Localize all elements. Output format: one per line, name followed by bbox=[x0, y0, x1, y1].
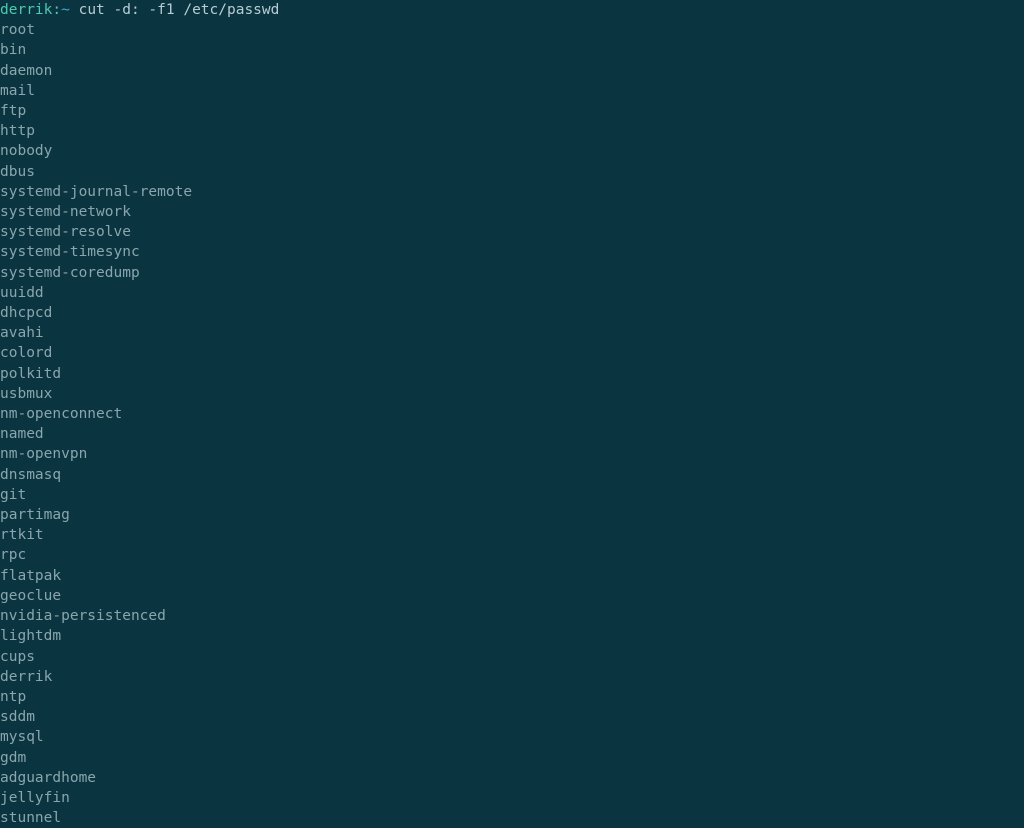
terminal-window[interactable]: derrik:~ cut -d: -f1 /etc/passwd rootbin… bbox=[0, 0, 1024, 828]
output-line: sddm bbox=[0, 707, 1024, 727]
output-line: daemon bbox=[0, 61, 1024, 81]
output-line: colord bbox=[0, 343, 1024, 363]
output-line: systemd-resolve bbox=[0, 222, 1024, 242]
output-line: nobody bbox=[0, 141, 1024, 161]
output-line: systemd-network bbox=[0, 202, 1024, 222]
output-line: systemd-journal-remote bbox=[0, 182, 1024, 202]
output-line: adguardhome bbox=[0, 768, 1024, 788]
output-line: dbus bbox=[0, 162, 1024, 182]
output-line: systemd-timesync bbox=[0, 242, 1024, 262]
output-line: nm-openvpn bbox=[0, 444, 1024, 464]
output-line: lightdm bbox=[0, 626, 1024, 646]
output-line: ftp bbox=[0, 101, 1024, 121]
output-line: ntp bbox=[0, 687, 1024, 707]
command-text: cut -d: -f1 /etc/passwd bbox=[70, 2, 280, 18]
output-line: mysql bbox=[0, 727, 1024, 747]
command-output: rootbindaemonmailftphttpnobodydbussystem… bbox=[0, 20, 1024, 828]
output-line: rtkit bbox=[0, 525, 1024, 545]
output-line: derrik bbox=[0, 667, 1024, 687]
output-line: gdm bbox=[0, 748, 1024, 768]
output-line: nm-openconnect bbox=[0, 404, 1024, 424]
output-line: dnsmasq bbox=[0, 465, 1024, 485]
output-line: partimag bbox=[0, 505, 1024, 525]
output-line: stunnel bbox=[0, 808, 1024, 828]
prompt-separator: : bbox=[52, 2, 61, 18]
output-line: avahi bbox=[0, 323, 1024, 343]
output-line: usbmux bbox=[0, 384, 1024, 404]
output-line: flatpak bbox=[0, 566, 1024, 586]
output-line: rpc bbox=[0, 545, 1024, 565]
output-line: bin bbox=[0, 40, 1024, 60]
prompt-path: ~ bbox=[61, 2, 70, 18]
output-line: nvidia-persistenced bbox=[0, 606, 1024, 626]
output-line: http bbox=[0, 121, 1024, 141]
output-line: named bbox=[0, 424, 1024, 444]
output-line: mail bbox=[0, 81, 1024, 101]
output-line: git bbox=[0, 485, 1024, 505]
output-line: systemd-coredump bbox=[0, 263, 1024, 283]
output-line: polkitd bbox=[0, 364, 1024, 384]
output-line: cups bbox=[0, 647, 1024, 667]
prompt-line: derrik:~ cut -d: -f1 /etc/passwd bbox=[0, 0, 1024, 20]
prompt-user: derrik bbox=[0, 2, 52, 18]
output-line: root bbox=[0, 20, 1024, 40]
output-line: uuidd bbox=[0, 283, 1024, 303]
output-line: dhcpcd bbox=[0, 303, 1024, 323]
output-line: jellyfin bbox=[0, 788, 1024, 808]
output-line: geoclue bbox=[0, 586, 1024, 606]
